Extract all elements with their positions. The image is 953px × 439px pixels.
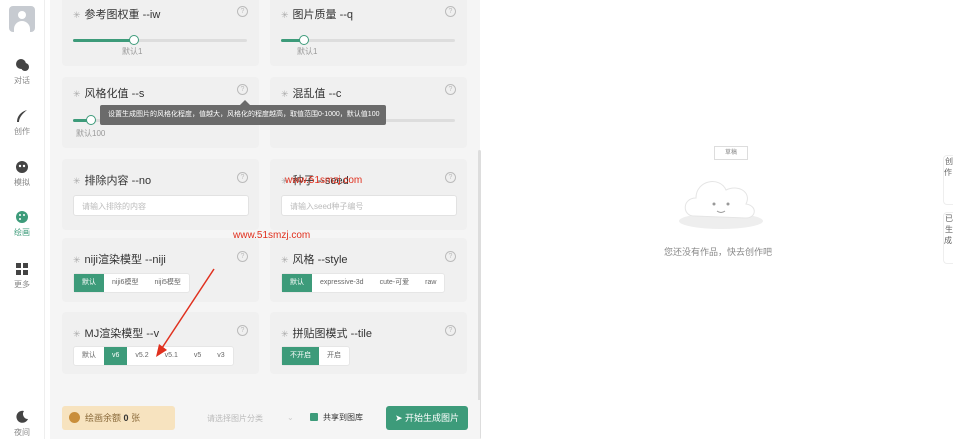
help-icon[interactable]: ? <box>237 172 248 183</box>
mj-option[interactable]: v6 <box>104 347 128 365</box>
default-value: 默认1 <box>122 47 143 56</box>
help-icon[interactable]: ? <box>445 251 456 262</box>
card-title: ✳ 风格化值 --s <box>73 88 145 100</box>
night-mode-toggle[interactable]: 夜间 <box>0 410 44 438</box>
default-value: 默认100 <box>76 129 106 138</box>
sidebar-item-simulate[interactable]: 模拟 <box>0 160 44 188</box>
card-title: ✳ 风格 --style <box>281 254 348 266</box>
niji-option[interactable]: niji6模型 <box>104 274 146 292</box>
chevron-down-icon: ⌄ <box>287 413 294 422</box>
sidebar-item-label: 对话 <box>14 76 30 85</box>
card-seed: ✳ 种子 --seed ? 请输入seed种子编号 <box>270 159 467 230</box>
coin-icon <box>69 412 80 423</box>
style-option[interactable]: expressive-3d <box>312 274 372 292</box>
help-icon[interactable]: ? <box>445 6 456 17</box>
avatar[interactable] <box>9 6 35 32</box>
q-slider[interactable] <box>281 35 455 45</box>
tile-segmented: 不开启 开启 <box>281 346 350 366</box>
sidebar-item-label: 创作 <box>14 127 30 136</box>
watermark: www.51smzj.com <box>285 175 363 186</box>
mj-option[interactable]: 默认 <box>74 347 104 365</box>
help-icon[interactable]: ? <box>237 6 248 17</box>
sidebar-item-create[interactable]: 创作 <box>0 109 44 137</box>
help-icon[interactable]: ? <box>445 84 456 95</box>
sidebar-item-label: 更多 <box>14 280 30 289</box>
card-title: ✳ 参考图权重 --iw <box>73 9 161 21</box>
mask-icon <box>16 161 28 173</box>
draft-tag: 草稿 <box>714 146 748 160</box>
seed-input[interactable]: 请输入seed种子编号 <box>281 195 457 216</box>
sidebar-item-more[interactable]: 更多 <box>0 262 44 290</box>
gallery-panel: 草稿 您还没有作品，快去创作吧 <box>481 0 953 439</box>
category-select[interactable]: 请选择图片分类 ⌄ <box>207 413 294 424</box>
help-icon[interactable]: ? <box>445 172 456 183</box>
niji-option[interactable]: 默认 <box>74 274 104 292</box>
iw-slider[interactable] <box>73 35 247 45</box>
help-icon[interactable]: ? <box>237 84 248 95</box>
arrow-icon <box>156 268 215 357</box>
checkbox-icon <box>310 413 318 421</box>
sidebar-item-label: 模拟 <box>14 178 30 187</box>
share-checkbox[interactable]: 共享到图库 <box>310 412 363 423</box>
sidebar-item-label: 绘画 <box>14 228 30 237</box>
card-title: ✳ 拼贴图模式 --tile <box>281 328 372 340</box>
card-title: ✳ MJ渲染模型 --v <box>73 328 160 340</box>
help-icon[interactable]: ? <box>237 325 248 336</box>
generate-button[interactable]: ➤ 开始生成图片 <box>386 406 468 430</box>
palette-icon <box>16 211 28 223</box>
style-option[interactable]: 默认 <box>282 274 312 292</box>
card-title: ✳ 图片质量 --q <box>281 9 354 21</box>
balance-badge: 绘画余额 0 张 <box>62 406 175 430</box>
sidebar: 对话 创作 模拟 绘画 更多 夜间 <box>0 0 45 439</box>
card-title: ✳ 混乱值 --c <box>281 88 342 100</box>
style-option[interactable]: cute-可爱 <box>372 274 418 292</box>
moon-icon <box>16 410 28 423</box>
tooltip: 设置生成图片的风格化程度，值越大，风格化的程度越高，取值范围0-1000，默认值… <box>100 100 386 125</box>
chat-icon <box>16 59 29 71</box>
feather-icon <box>17 110 27 122</box>
empty-cloud-icon <box>679 181 763 229</box>
tile-option[interactable]: 不开启 <box>282 347 319 365</box>
card-title: ✳ 排除内容 --no <box>73 175 152 187</box>
params-panel: ✳ 参考图权重 --iw ? 默认1 ✳ 图片质量 --q ? 默认1 ✳ 风格化值 … <box>50 0 480 439</box>
help-icon[interactable]: ? <box>237 251 248 262</box>
watermark: www.51smzj.com <box>233 230 311 241</box>
edge-tab[interactable]: 已生成… <box>943 212 953 264</box>
card-style: ✳ 风格 --style ? 默认 expressive-3d cute-可爱 r… <box>270 238 467 302</box>
no-input[interactable]: 请输入排除的内容 <box>73 195 249 216</box>
default-value: 默认1 <box>297 47 318 56</box>
empty-text: 您还没有作品，快去创作吧 <box>664 247 773 257</box>
sidebar-item-chat[interactable]: 对话 <box>0 58 44 86</box>
card-no: ✳ 排除内容 --no ? 请输入排除的内容 <box>62 159 259 230</box>
style-segmented: 默认 expressive-3d cute-可爱 raw <box>281 273 446 293</box>
tile-option[interactable]: 开启 <box>319 347 349 365</box>
card-tile: ✳ 拼贴图模式 --tile ? 不开启 开启 <box>270 312 467 374</box>
sidebar-item-paint[interactable]: 绘画 <box>0 210 44 238</box>
card-q: ✳ 图片质量 --q ? 默认1 <box>270 0 467 66</box>
style-option[interactable]: raw <box>417 274 444 292</box>
night-mode-label: 夜间 <box>14 428 30 437</box>
grid-icon <box>16 263 28 275</box>
bottom-bar: 绘画余额 0 张 请选择图片分类 ⌄ 共享到图库 ➤ 开始生成图片 <box>50 400 480 439</box>
send-icon: ➤ <box>394 413 403 423</box>
edge-tab[interactable]: 创作… <box>943 155 953 205</box>
help-icon[interactable]: ? <box>445 325 456 336</box>
card-iw: ✳ 参考图权重 --iw ? 默认1 <box>62 0 259 66</box>
